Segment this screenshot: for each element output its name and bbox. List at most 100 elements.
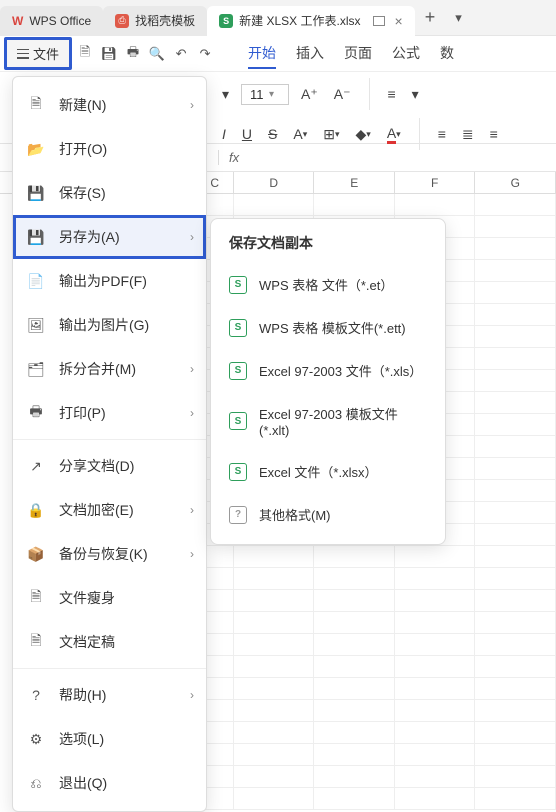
fill-color-button[interactable]: ◆▾	[352, 124, 375, 145]
file-type-icon: S	[229, 276, 247, 294]
redo-icon[interactable]: ↷	[194, 43, 216, 65]
file-menu-button[interactable]: 文件	[4, 37, 72, 70]
tab-dropdown-icon[interactable]: ▾	[445, 10, 472, 26]
print-icon[interactable]: 🖶	[122, 43, 144, 65]
save-as-option[interactable]: S Excel 97-2003 模板文件(*.xlt)	[219, 392, 437, 450]
save-as-submenu: 保存文档副本 S WPS 表格 文件（*.et）S WPS 表格 模板文件(*.…	[210, 218, 446, 545]
menu-item-label: 新建(N)	[59, 95, 106, 115]
file-menu-item[interactable]: 📂 打开(O)	[13, 127, 206, 171]
print-preview-icon[interactable]: 🔍	[146, 43, 168, 65]
menu-item-label: 退出(Q)	[59, 773, 107, 793]
menu-item-icon: 🖼	[27, 316, 45, 334]
font-size-select[interactable]: 11▾	[241, 84, 289, 105]
menu-item-label: 分享文档(D)	[59, 456, 134, 476]
strike-button[interactable]: S	[264, 124, 281, 144]
save-as-option[interactable]: S Excel 97-2003 文件（*.xls）	[219, 349, 437, 392]
file-type-icon: S	[229, 362, 247, 380]
close-icon[interactable]: ×	[395, 13, 403, 29]
submenu-title: 保存文档副本	[219, 233, 437, 263]
save-as-option[interactable]: S WPS 表格 模板文件(*.ett)	[219, 306, 437, 349]
chevron-right-icon: ›	[190, 503, 194, 517]
ribbon-tab-start[interactable]: 开始	[248, 39, 276, 69]
save-as-option[interactable]: ? 其他格式(M)	[219, 493, 437, 536]
save-as-option[interactable]: S Excel 文件（*.xlsx）	[219, 450, 437, 493]
wps-logo-icon: W	[12, 14, 23, 28]
align-dropdown-icon[interactable]: ▾	[408, 84, 423, 105]
menu-item-icon: 📂	[27, 140, 45, 158]
menu-item-label: 选项(L)	[59, 729, 104, 749]
font-dropdown-chevron[interactable]: ▾	[218, 84, 233, 105]
new-doc-icon[interactable]: 🗎	[74, 43, 96, 65]
menu-item-label: 文档加密(E)	[59, 500, 134, 520]
decrease-font-button[interactable]: A⁻	[330, 84, 355, 105]
tab-document[interactable]: S 新建 XLSX 工作表.xlsx ×	[207, 6, 415, 36]
file-menu-item[interactable]: 📦 备份与恢复(K) ›	[13, 532, 206, 576]
file-menu-item[interactable]: 🖼 输出为图片(G)	[13, 303, 206, 347]
title-bar: W WPS Office ⎙ 找稻壳模板 S 新建 XLSX 工作表.xlsx …	[0, 0, 556, 36]
file-menu-item[interactable]: 🗎 新建(N) ›	[13, 83, 206, 127]
file-menu-item[interactable]: 🔒 文档加密(E) ›	[13, 488, 206, 532]
tab-label: 找稻壳模板	[135, 12, 195, 29]
file-menu-item[interactable]: ⎌ 退出(Q)	[13, 761, 206, 805]
spreadsheet-icon: S	[219, 14, 233, 28]
add-tab-button[interactable]: +	[415, 7, 446, 28]
align-center-button[interactable]: ≣	[458, 124, 478, 145]
font-color-button[interactable]: A▾	[289, 124, 311, 144]
hamburger-icon	[17, 49, 29, 59]
highlight-button[interactable]: A▾	[383, 123, 405, 146]
menu-item-icon: ↗	[27, 457, 45, 475]
window-icon[interactable]	[373, 16, 385, 26]
increase-font-button[interactable]: A⁺	[297, 84, 322, 105]
chevron-right-icon: ›	[190, 688, 194, 702]
file-menu-item[interactable]: 🗎 文件瘦身	[13, 576, 206, 620]
file-menu-item[interactable]: ? 帮助(H) ›	[13, 673, 206, 717]
file-menu-item[interactable]: ↗ 分享文档(D)	[13, 444, 206, 488]
underline-button[interactable]: U	[238, 124, 256, 144]
file-menu-item[interactable]: ⚙ 选项(L)	[13, 717, 206, 761]
undo-icon[interactable]: ↶	[170, 43, 192, 65]
menu-item-label: 保存(S)	[59, 183, 106, 203]
menu-item-icon: 💾	[27, 228, 45, 246]
italic-button[interactable]: I	[218, 124, 230, 144]
col-head[interactable]: D	[234, 172, 315, 193]
save-as-option-label: Excel 文件（*.xlsx）	[259, 462, 377, 481]
ribbon-tab-formula[interactable]: 公式	[392, 39, 420, 69]
fx-label[interactable]: fx	[218, 150, 249, 165]
save-as-option-label: 其他格式(M)	[259, 505, 331, 524]
menu-item-icon: 🗎	[27, 96, 45, 114]
file-menu-item[interactable]: 🗎 文档定稿	[13, 620, 206, 664]
file-menu-item[interactable]: 💾 另存为(A) ›	[13, 215, 206, 259]
align-right-button[interactable]: ≡	[486, 124, 502, 144]
border-button[interactable]: ⊞▾	[319, 124, 343, 145]
menu-item-label: 文档定稿	[59, 632, 115, 652]
file-menu-item[interactable]: 💾 保存(S)	[13, 171, 206, 215]
menu-item-label: 帮助(H)	[59, 685, 106, 705]
menu-item-icon: 🔒	[27, 501, 45, 519]
menu-item-icon: ⎌	[27, 774, 45, 792]
file-menu-item[interactable]: 🗂 拆分合并(M) ›	[13, 347, 206, 391]
align-left-icon[interactable]: ≡	[384, 84, 400, 104]
menu-item-icon: 📦	[27, 545, 45, 563]
chevron-right-icon: ›	[190, 547, 194, 561]
tab-template[interactable]: ⎙ 找稻壳模板	[103, 6, 207, 36]
menu-item-label: 输出为PDF(F)	[59, 271, 147, 291]
tab-label: WPS Office	[29, 14, 91, 28]
file-label: 文件	[33, 44, 59, 63]
save-as-option[interactable]: S WPS 表格 文件（*.et）	[219, 263, 437, 306]
col-head[interactable]: G	[475, 172, 556, 193]
save-as-option-label: Excel 97-2003 文件（*.xls）	[259, 361, 422, 380]
align-left-button[interactable]: ≡	[434, 124, 450, 144]
ribbon-tab-page[interactable]: 页面	[344, 39, 372, 69]
chevron-right-icon: ›	[190, 98, 194, 112]
template-icon: ⎙	[115, 14, 129, 28]
ribbon-tab-data[interactable]: 数	[440, 39, 454, 69]
save-icon[interactable]: 💾︎	[98, 43, 120, 65]
col-head[interactable]: E	[314, 172, 395, 193]
ribbon-tab-insert[interactable]: 插入	[296, 39, 324, 69]
file-menu-item[interactable]: 🖶 打印(P) ›	[13, 391, 206, 435]
file-menu-item[interactable]: 📄 输出为PDF(F)	[13, 259, 206, 303]
col-head[interactable]: F	[395, 172, 476, 193]
tab-wps-home[interactable]: W WPS Office	[0, 6, 103, 36]
menu-item-icon: 🗎	[27, 633, 45, 651]
save-as-option-label: WPS 表格 模板文件(*.ett)	[259, 318, 406, 337]
